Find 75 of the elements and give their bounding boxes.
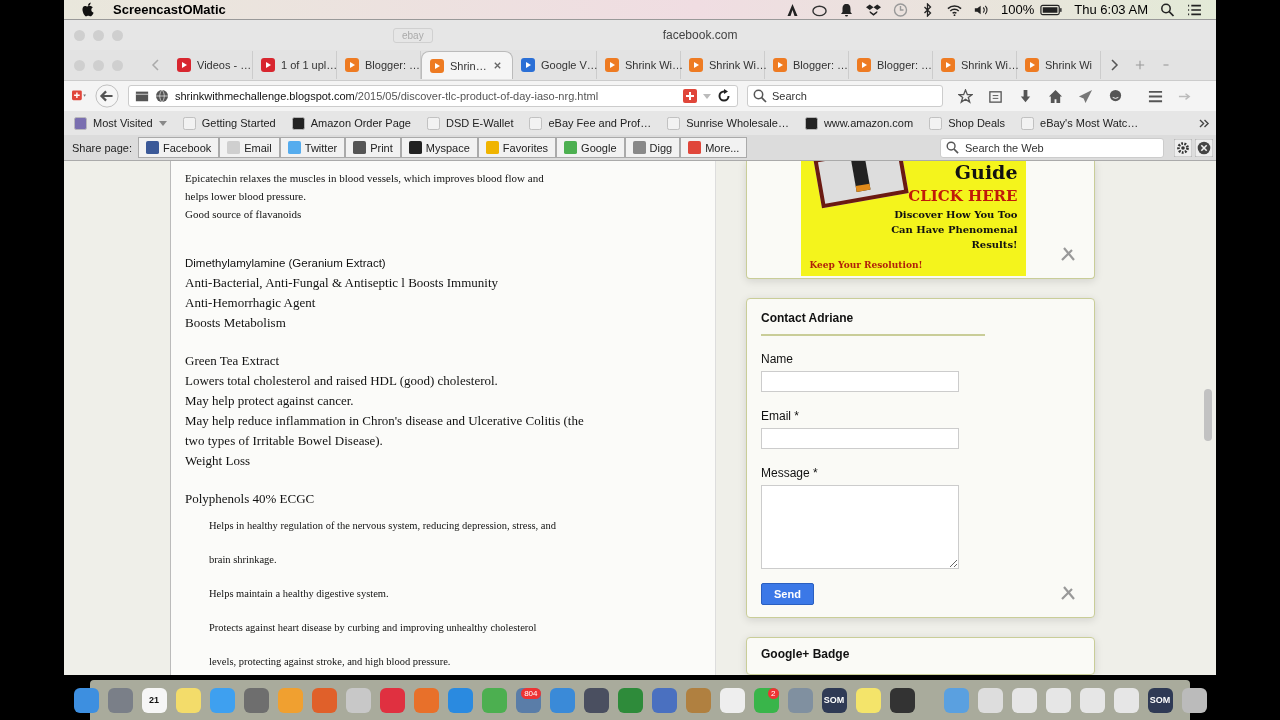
article-text: Weight Loss [185,452,252,470]
share-button[interactable]: Digg [624,137,681,158]
share-label: Share page: [72,141,132,154]
app-name[interactable]: ScreencastOMatic [113,2,226,17]
article-text: Helps maintain a healthy digestive system. [208,587,390,601]
article-text: Good source of flavanoids [185,207,303,222]
web-search-field[interactable]: Search the Web [940,137,1164,158]
bookmark[interactable]: Most Visited [74,116,167,130]
widget-title: Google+ Badge [761,647,850,661]
share-button[interactable]: Email [219,137,280,158]
share-button[interactable]: More... [680,137,748,158]
browser-tab[interactable]: 1 of 1 upl… [253,51,337,79]
notification-badge: 804 [521,687,541,699]
notification-badge: 2 [768,687,779,699]
article-text: Green Tea Extract [185,352,281,370]
banner-title: Guide [954,161,1018,183]
article-text: two types of Irritable Bowel Disease). [185,432,384,450]
send-button[interactable]: Send [761,583,814,605]
share-button[interactable]: Google [556,137,625,158]
article-text: Lowers total cholesterol and raised HDL (good) cholesterol. [185,372,499,390]
battery-percent: 100% [1001,2,1035,17]
browser-tab[interactable]: Shrin… [421,51,513,79]
article-text: brain shrinkage. [208,553,278,567]
app-icon[interactable]: 21 [141,687,167,713]
field-label: Email * [761,409,799,423]
share-button[interactable]: Myspace [400,137,478,158]
share-button[interactable]: Favorites [477,137,557,158]
share-button[interactable]: Facebook [137,137,220,158]
field-label: Name [761,352,793,366]
banner-text: Results! [971,238,1018,252]
browser-tab[interactable]: Shrink Wi… [597,51,681,79]
article-text: Epicatechin relaxes the muscles in blood vessels, which improves blood flow and [185,171,545,186]
article-text: Anti-Hemorrhagic Agent [185,294,317,312]
app-icon[interactable]: SOM [821,687,847,713]
browser-tab[interactable]: Google V… [513,51,597,79]
browser-tab[interactable]: Blogger: … [337,51,421,79]
app-icon[interactable]: SOM [1147,687,1173,713]
article-text: Helps in healthy regulation of the nervous system, reducing depression, stress, and [208,519,557,533]
browser-tab[interactable]: Blogger: … [765,51,849,79]
bookmark[interactable]: Sunrise Wholesale… [667,116,789,130]
article-text: levels, protecting against stroke, and high blood pressure. [208,655,452,669]
bookmark[interactable]: Amazon Order Page [291,116,411,130]
bookmark[interactable]: eBay Fee and Prof… [529,116,652,130]
banner-slogan: Keep Your Resolution! [809,260,923,270]
bookmark[interactable]: DSD E-Wallet [427,116,514,130]
menubar-clock[interactable]: Thu 6:03 AM [1074,2,1148,17]
article-text: Polyphenols 40% ECGC [185,490,316,508]
browser-tab[interactable]: Videos - … [169,51,253,79]
article-text: Protects against heart disease by curbing and improving unhealthy cholesterol [208,621,538,635]
article-text: Dimethylamylamine (Geranium Extract) [185,256,387,271]
bookmark[interactable]: Getting Started [182,116,276,130]
bookmark[interactable]: www.amazon.com [804,116,914,130]
banner-text: Can Have Phenomenal [891,223,1018,237]
bookmark[interactable]: Shop Deals [929,116,1006,130]
browser-tab[interactable]: Shrink Wi [1017,51,1101,79]
article-text: Boosts Metabolism [185,314,287,332]
field-label: Message * [761,466,818,480]
article-text: helps lower blood pressure. [185,189,307,204]
bookmark[interactable]: eBay's Most Watc… [1021,116,1139,130]
ad-banner[interactable]: Guide CLICK HERE Discover How You Too Can Have Phenomenal Results! Keep Your Resolution! [800,161,1026,276]
share-button[interactable]: Print [345,137,401,158]
share-button[interactable]: Twitter [279,137,346,158]
banner-text: Discover How You Too [894,208,1018,222]
browser-tab[interactable]: Shrink Wi… [681,51,765,79]
article-text: May help reduce inflammation in Chron's disease and Ulcerative Colitis (the [185,412,585,430]
app-icon[interactable]: 2 [753,687,779,713]
app-icon[interactable]: 804 [515,687,541,713]
widget-title: Contact Adriane [761,311,854,325]
search-field[interactable]: Search [747,85,943,107]
browser-tab[interactable]: Shrink Wi… [933,51,1017,79]
banner-cta: CLICK HERE [908,186,1018,207]
article-text: Anti-Bacterial, Anti-Fungal & Antiseptic l Boosts Immunity [185,274,500,292]
back-window-url: facebook.com [662,28,738,42]
browser-tab[interactable]: Blogger: … [849,51,933,79]
article-text: May help protect against cancer. [185,392,355,410]
